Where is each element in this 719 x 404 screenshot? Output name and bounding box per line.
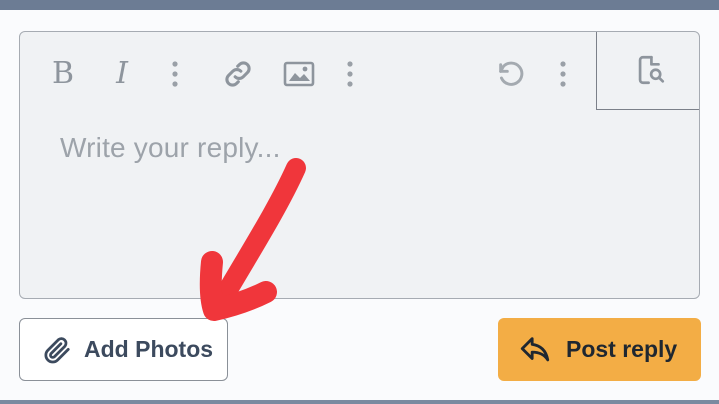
link-icon <box>225 61 251 87</box>
more-options-icon <box>172 61 178 87</box>
italic-button[interactable]: I <box>102 54 142 94</box>
reply-editor[interactable]: B I Write your reply... <box>19 31 700 299</box>
more-options-icon <box>347 61 353 87</box>
top-header-strip <box>0 0 719 10</box>
more-options-button[interactable] <box>155 54 195 94</box>
post-reply-button[interactable]: Post reply <box>498 318 701 381</box>
reply-arrow-icon <box>520 336 550 361</box>
more-options-button[interactable] <box>330 54 370 94</box>
image-icon <box>283 61 315 87</box>
more-options-button[interactable] <box>543 54 583 94</box>
more-options-icon <box>560 61 566 87</box>
bold-icon: B <box>51 56 75 91</box>
paperclip-icon <box>44 336 70 363</box>
add-photos-label: Add Photos <box>84 336 214 362</box>
preview-button[interactable] <box>596 32 699 110</box>
bold-button[interactable]: B <box>43 54 83 94</box>
editor-toolbar: B I <box>20 32 699 112</box>
undo-icon <box>499 61 524 86</box>
post-reply-label: Post reply <box>566 336 678 362</box>
preview-icon <box>638 55 664 85</box>
bottom-divider <box>0 400 719 404</box>
italic-icon: I <box>116 56 128 91</box>
undo-button[interactable] <box>490 54 530 94</box>
reply-textarea-placeholder: Write your reply... <box>60 132 281 163</box>
link-button[interactable] <box>218 54 258 94</box>
image-button[interactable] <box>279 54 319 94</box>
add-photos-button[interactable]: Add Photos <box>19 318 228 381</box>
